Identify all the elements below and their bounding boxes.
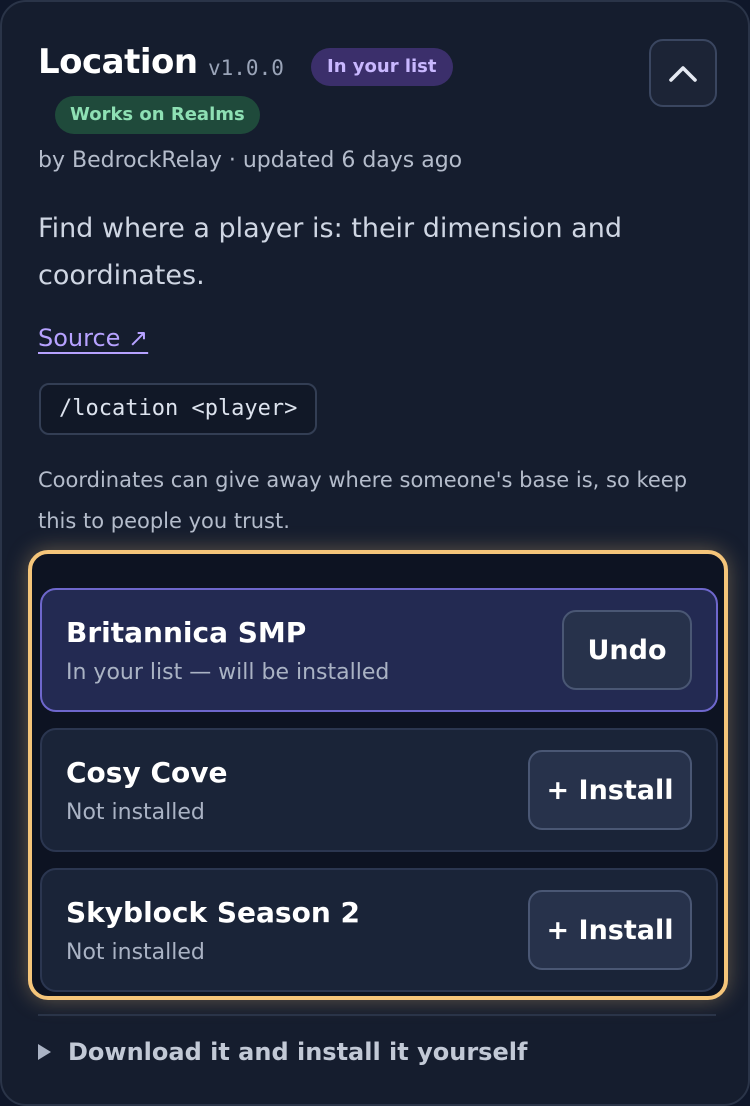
works-on-realms-badge: Works on Realms	[55, 96, 260, 134]
manual-download-label: Download it and install it yourself	[68, 1038, 528, 1066]
realm-name: Skyblock Season 2	[66, 896, 360, 929]
plugin-version: v1.0.0	[208, 56, 284, 80]
command-snippet: /location <player>	[39, 383, 318, 435]
realm-status: In your list — will be installed	[66, 660, 390, 685]
realm-row-cosy-cove: Cosy Cove Not installed + Install	[40, 728, 718, 852]
realm-name: Cosy Cove	[66, 756, 228, 789]
source-link[interactable]: Source ↗	[38, 324, 148, 352]
realm-status: Not installed	[66, 940, 205, 965]
realm-row-skyblock-season-2: Skyblock Season 2 Not installed + Instal…	[40, 868, 718, 992]
realm-status: Not installed	[66, 800, 205, 825]
realm-row-britannica-smp: Britannica SMP In your list — will be in…	[40, 588, 718, 712]
plugin-title: Location	[38, 42, 198, 82]
author-byline: by BedrockRelay · updated 6 days ago	[38, 148, 463, 173]
privacy-warning: Coordinates can give away where someone'…	[38, 468, 688, 533]
collapse-button[interactable]	[649, 39, 717, 107]
undo-button[interactable]: Undo	[562, 610, 692, 690]
manual-download-toggle[interactable]: Download it and install it yourself	[38, 1038, 527, 1066]
install-button[interactable]: + Install	[528, 750, 692, 830]
chevron-up-icon	[668, 63, 698, 83]
realm-name: Britannica SMP	[66, 616, 307, 649]
triangle-right-icon	[38, 1044, 51, 1060]
section-divider	[38, 1014, 716, 1016]
install-button[interactable]: + Install	[528, 890, 692, 970]
plugin-description: Find where a player is: their dimension …	[38, 213, 622, 291]
realm-install-panel: Britannica SMP In your list — will be in…	[28, 550, 728, 1000]
plugin-card: Location v1.0.0 In your list Works on Re…	[0, 0, 750, 1106]
in-list-badge: In your list	[311, 48, 453, 86]
